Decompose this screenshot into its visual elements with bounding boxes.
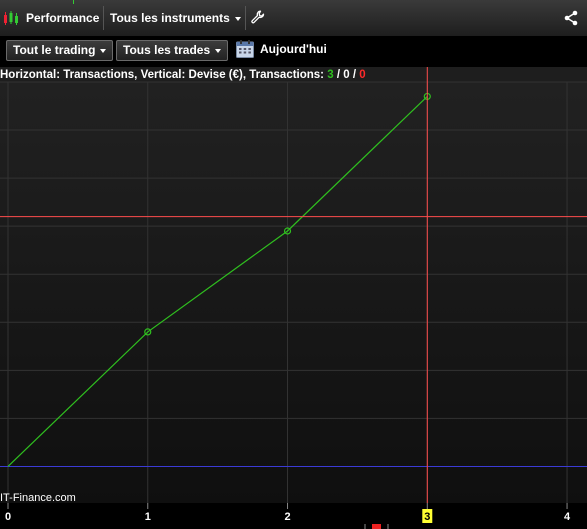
chevron-down-icon	[234, 16, 241, 21]
cursor-label-text: 3	[424, 511, 430, 523]
calendar-icon[interactable]	[235, 39, 255, 59]
info-losses-count: 0	[359, 69, 365, 81]
plot-area	[0, 67, 587, 503]
info-sep: /	[334, 69, 344, 81]
divider	[245, 6, 246, 30]
cursor-x-label: 3	[422, 509, 433, 523]
x-tick-label: 2	[284, 511, 290, 523]
x-axis-band	[0, 503, 587, 529]
info-sep: /	[350, 69, 360, 81]
x-tick-label: 0	[5, 511, 11, 523]
instruments-label: Tous les instruments	[110, 11, 230, 25]
divider	[103, 6, 104, 30]
date-range-label[interactable]: Aujourd'hui	[260, 42, 327, 56]
chevron-down-icon	[100, 48, 107, 53]
candlestick-chart-icon	[4, 11, 18, 25]
trading-filter-label: Tout le trading	[13, 43, 96, 57]
performance-chart[interactable]: Horizontal: Transactions, Vertical: Devi…	[0, 67, 587, 529]
watermark: IT-Finance.com	[0, 492, 76, 504]
trading-filter-dropdown[interactable]: Tout le trading	[6, 40, 114, 61]
wrench-icon[interactable]	[251, 10, 265, 24]
chart-info: Horizontal: Transactions, Vertical: Devi…	[0, 69, 366, 81]
scroll-marker	[372, 524, 381, 529]
x-tick-label: 4	[564, 511, 571, 523]
top-bar: Performance Tous les instruments	[0, 0, 587, 37]
x-tick-label: 1	[145, 511, 151, 523]
trades-filter-label: Tous les trades	[123, 43, 211, 57]
trades-filter-dropdown[interactable]: Tous les trades	[116, 40, 229, 61]
info-prefix: Horizontal: Transactions, Vertical: Devi…	[0, 69, 327, 81]
chevron-down-icon	[215, 48, 222, 53]
share-icon[interactable]	[563, 10, 579, 26]
top-accent-tick	[73, 0, 74, 4]
page-title: Performance	[26, 11, 100, 25]
instruments-dropdown[interactable]: Tous les instruments	[110, 11, 241, 25]
